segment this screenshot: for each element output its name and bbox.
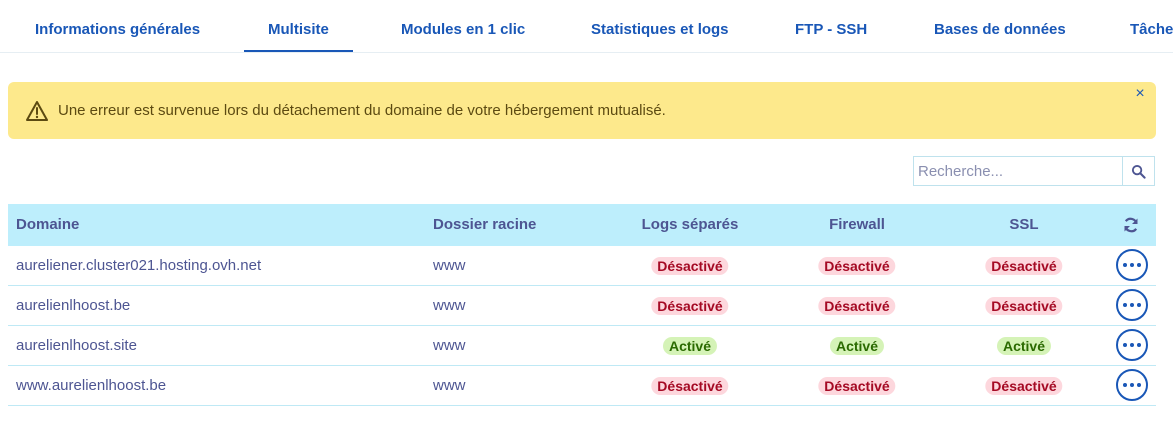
domain-cell: aurelienlhoost.site	[16, 337, 137, 354]
domain-cell: www.aurelienlhoost.be	[16, 377, 167, 394]
more-actions-icon[interactable]	[1116, 249, 1148, 281]
logs-status-badge: Activé	[662, 337, 718, 355]
tab-tasks[interactable]: Tâches	[1130, 0, 1173, 51]
root-folder-cell: www	[433, 297, 466, 314]
firewall-status-badge: Désactivé	[818, 297, 896, 315]
multisite-table: Domaine Dossier racine Logs séparés Fire…	[8, 204, 1156, 406]
logs-status-badge: Désactivé	[651, 297, 729, 315]
table-row: www.aurelienlhoost.be www Désactivé Désa…	[8, 366, 1156, 406]
root-folder-cell: www	[433, 257, 466, 274]
column-root-folder[interactable]: Dossier racine	[433, 204, 536, 246]
tab-modules[interactable]: Modules en 1 clic	[401, 0, 525, 51]
column-firewall[interactable]: Firewall	[829, 204, 885, 246]
ssl-status-badge: Désactivé	[985, 297, 1063, 315]
table-row: aurelienlhoost.site www Activé Activé Ac…	[8, 326, 1156, 366]
tab-databases[interactable]: Bases de données	[934, 0, 1066, 51]
warning-icon	[26, 101, 48, 121]
table-row: aureliener.cluster021.hosting.ovh.net ww…	[8, 246, 1156, 286]
firewall-status-badge: Désactivé	[818, 257, 896, 275]
ssl-status-badge: Désactivé	[985, 257, 1063, 275]
refresh-icon[interactable]	[1122, 216, 1140, 234]
firewall-status-badge: Activé	[829, 337, 885, 355]
search-box	[913, 156, 1155, 186]
tab-ftp-ssh[interactable]: FTP - SSH	[795, 0, 867, 51]
close-icon[interactable]: ×	[1132, 86, 1148, 102]
column-ssl[interactable]: SSL	[1009, 204, 1038, 246]
search-input[interactable]	[914, 157, 1124, 185]
column-domain[interactable]: Domaine	[16, 204, 79, 246]
tab-general-info[interactable]: Informations générales	[35, 0, 200, 51]
root-folder-cell: www	[433, 377, 466, 394]
logs-status-badge: Désactivé	[651, 377, 729, 395]
tab-bar: Informations générales Multisite Modules…	[0, 0, 1173, 53]
logs-status-badge: Désactivé	[651, 257, 729, 275]
search-button[interactable]	[1122, 157, 1154, 185]
more-actions-icon[interactable]	[1116, 289, 1148, 321]
more-actions-icon[interactable]	[1116, 369, 1148, 401]
root-folder-cell: www	[433, 337, 466, 354]
column-separate-logs[interactable]: Logs séparés	[642, 204, 739, 246]
error-alert: Une erreur est survenue lors du détachem…	[8, 82, 1156, 139]
domain-cell: aurelienlhoost.be	[16, 297, 131, 314]
tab-multisite[interactable]: Multisite	[244, 0, 353, 52]
ssl-status-badge: Désactivé	[985, 377, 1063, 395]
alert-message: Une erreur est survenue lors du détachem…	[58, 102, 666, 119]
tab-statistics-logs[interactable]: Statistiques et logs	[591, 0, 729, 51]
ssl-status-badge: Activé	[996, 337, 1052, 355]
firewall-status-badge: Désactivé	[818, 377, 896, 395]
more-actions-icon[interactable]	[1116, 329, 1148, 361]
table-header: Domaine Dossier racine Logs séparés Fire…	[8, 204, 1156, 246]
table-row: aurelienlhoost.be www Désactivé Désactiv…	[8, 286, 1156, 326]
search-icon	[1131, 164, 1146, 179]
domain-cell: aureliener.cluster021.hosting.ovh.net	[16, 257, 262, 274]
